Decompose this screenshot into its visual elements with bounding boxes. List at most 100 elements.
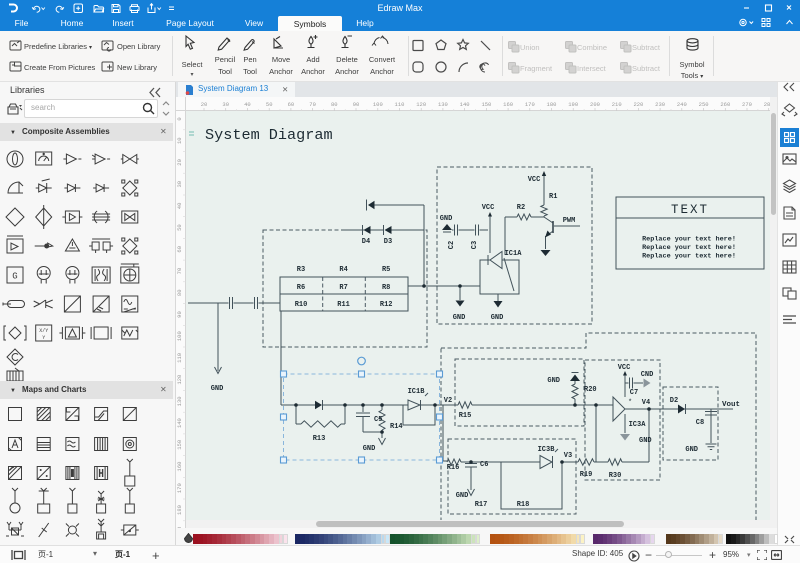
svg-text:R7: R7 bbox=[339, 284, 347, 292]
svg-text:R20: R20 bbox=[584, 386, 597, 394]
svg-text:Vout: Vout bbox=[722, 401, 740, 409]
svg-text:110: 110 bbox=[395, 101, 405, 108]
svg-text:C2: C2 bbox=[448, 241, 456, 249]
svg-text:80: 80 bbox=[176, 289, 183, 296]
svg-text:140: 140 bbox=[176, 418, 183, 428]
svg-text:110: 110 bbox=[176, 353, 183, 363]
svg-text:230: 230 bbox=[655, 101, 665, 108]
svg-text:Replace your text here!: Replace your text here! bbox=[642, 244, 736, 252]
svg-text:C6: C6 bbox=[480, 461, 488, 469]
svg-text:GND: GND bbox=[453, 314, 466, 322]
svg-text:120: 120 bbox=[416, 101, 426, 108]
svg-text:170: 170 bbox=[176, 483, 183, 493]
svg-text:R12: R12 bbox=[380, 301, 393, 309]
svg-text:50: 50 bbox=[266, 101, 273, 108]
svg-text:30: 30 bbox=[222, 101, 229, 108]
svg-text:VCC: VCC bbox=[482, 204, 495, 212]
svg-text:System Diagram: System Diagram bbox=[205, 126, 333, 144]
svg-text:210: 210 bbox=[612, 101, 622, 108]
svg-text:V4: V4 bbox=[642, 399, 650, 407]
svg-text:170: 170 bbox=[525, 101, 535, 108]
svg-text:10: 10 bbox=[176, 137, 183, 144]
svg-text:80: 80 bbox=[331, 101, 338, 108]
svg-text:R5: R5 bbox=[382, 266, 390, 274]
svg-text:130: 130 bbox=[176, 396, 183, 406]
svg-text:PWM: PWM bbox=[563, 217, 576, 225]
svg-text:R18: R18 bbox=[517, 501, 530, 509]
svg-text:GND: GND bbox=[639, 437, 652, 445]
svg-text:180: 180 bbox=[547, 101, 557, 108]
svg-text:40: 40 bbox=[176, 203, 183, 210]
svg-text:R15: R15 bbox=[459, 412, 472, 420]
svg-text:R14: R14 bbox=[390, 423, 403, 431]
svg-text:IC1A: IC1A bbox=[505, 250, 523, 258]
svg-text:130: 130 bbox=[438, 101, 448, 108]
svg-text:D3: D3 bbox=[384, 238, 392, 246]
svg-text:R4: R4 bbox=[339, 266, 347, 274]
svg-text:20: 20 bbox=[176, 159, 183, 166]
svg-text:GND: GND bbox=[440, 215, 453, 223]
svg-text:160: 160 bbox=[503, 101, 513, 108]
svg-text:R8: R8 bbox=[382, 284, 390, 292]
svg-text:Replace your text here!: Replace your text here! bbox=[642, 253, 736, 261]
svg-text:40: 40 bbox=[244, 101, 251, 108]
svg-text:VCC: VCC bbox=[618, 364, 631, 372]
svg-text:*: * bbox=[628, 399, 632, 407]
svg-text:R16: R16 bbox=[447, 464, 460, 472]
svg-text:R10: R10 bbox=[295, 301, 308, 309]
svg-text:180: 180 bbox=[176, 505, 183, 515]
svg-text:R17: R17 bbox=[475, 501, 488, 509]
svg-text:220: 220 bbox=[633, 101, 643, 108]
svg-text:120: 120 bbox=[176, 375, 183, 385]
svg-text:C5: C5 bbox=[374, 416, 382, 424]
svg-text:0: 0 bbox=[176, 117, 183, 120]
svg-text:100: 100 bbox=[176, 331, 183, 341]
svg-text:100: 100 bbox=[373, 101, 383, 108]
svg-text:R3: R3 bbox=[297, 266, 305, 274]
svg-text:R19: R19 bbox=[580, 471, 593, 479]
svg-text:GND: GND bbox=[685, 446, 698, 454]
svg-text:R13: R13 bbox=[313, 435, 326, 443]
svg-text:140: 140 bbox=[460, 101, 470, 108]
svg-text:260: 260 bbox=[720, 101, 730, 108]
svg-text:150: 150 bbox=[176, 440, 183, 450]
svg-text:250: 250 bbox=[699, 101, 709, 108]
svg-text:GND: GND bbox=[211, 385, 224, 393]
svg-text:R1: R1 bbox=[549, 193, 557, 201]
svg-text:270: 270 bbox=[742, 101, 752, 108]
svg-text:190: 190 bbox=[568, 101, 578, 108]
svg-text:TEXT: TEXT bbox=[671, 203, 709, 217]
svg-text:C3: C3 bbox=[471, 241, 479, 249]
svg-text:R11: R11 bbox=[337, 301, 350, 309]
svg-text:GND: GND bbox=[363, 445, 376, 453]
svg-text:C8: C8 bbox=[696, 419, 704, 427]
svg-text:D2: D2 bbox=[670, 397, 678, 405]
svg-text:V3: V3 bbox=[564, 452, 572, 460]
svg-text:70: 70 bbox=[309, 101, 316, 108]
svg-text:GND: GND bbox=[491, 314, 504, 322]
svg-text:240: 240 bbox=[677, 101, 687, 108]
svg-text:60: 60 bbox=[288, 101, 295, 108]
svg-text:GND: GND bbox=[547, 377, 560, 385]
svg-text:30: 30 bbox=[176, 181, 183, 188]
svg-text:IC1B: IC1B bbox=[408, 388, 426, 396]
svg-text:C7: C7 bbox=[630, 389, 638, 397]
svg-text:G: G bbox=[12, 272, 17, 282]
svg-text:70: 70 bbox=[176, 268, 183, 275]
svg-text:200: 200 bbox=[590, 101, 600, 108]
svg-text:IC3B: IC3B bbox=[538, 446, 556, 454]
svg-text:150: 150 bbox=[481, 101, 491, 108]
svg-text:50: 50 bbox=[176, 224, 183, 231]
svg-text:160: 160 bbox=[176, 462, 183, 472]
svg-text:GND: GND bbox=[456, 492, 469, 500]
svg-text:60: 60 bbox=[176, 246, 183, 253]
svg-text:R6: R6 bbox=[297, 284, 305, 292]
svg-text:X/Y: X/Y bbox=[39, 328, 48, 334]
svg-text:90: 90 bbox=[353, 101, 360, 108]
svg-text:Y: Y bbox=[42, 335, 45, 341]
svg-text:20: 20 bbox=[201, 101, 208, 108]
svg-text:D4: D4 bbox=[362, 238, 370, 246]
svg-text:R2: R2 bbox=[517, 204, 525, 212]
svg-text:V2: V2 bbox=[444, 397, 452, 405]
svg-text:CND: CND bbox=[641, 371, 654, 379]
